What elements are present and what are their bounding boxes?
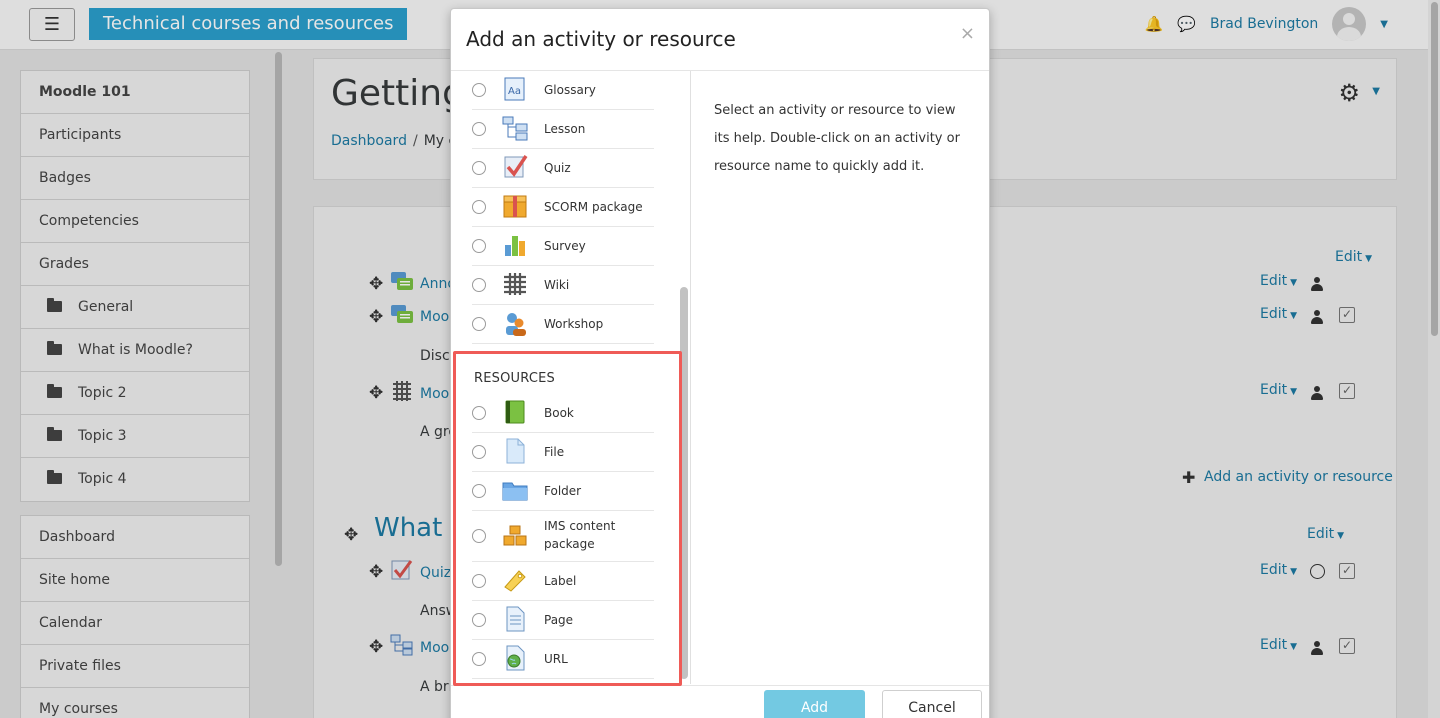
scorm-icon [503, 195, 527, 218]
option-label: Quiz [544, 161, 571, 175]
radio-button[interactable] [472, 83, 486, 97]
option-wiki[interactable]: Wiki [472, 266, 654, 305]
radio-button[interactable] [472, 161, 486, 175]
resources-highlight-box [453, 351, 682, 686]
option-survey[interactable]: Survey [472, 227, 654, 266]
option-label: Glossary [544, 83, 596, 97]
option-scorm-package[interactable]: SCORM package [472, 188, 654, 227]
option-label: SCORM package [544, 200, 643, 214]
help-text: Select an activity or resource to view i… [714, 103, 960, 174]
option-label: Lesson [544, 122, 586, 136]
radio-button[interactable] [472, 239, 486, 253]
workshop-icon [506, 313, 526, 336]
option-glossary[interactable]: Aa Glossary [472, 71, 654, 110]
radio-button[interactable] [472, 200, 486, 214]
cancel-button[interactable]: Cancel [882, 690, 982, 718]
add-button[interactable]: Add [764, 690, 865, 718]
option-quiz[interactable]: Quiz [472, 149, 654, 188]
option-label: Survey [544, 239, 586, 253]
svg-text:Aa: Aa [508, 86, 521, 97]
quiz-icon [504, 155, 528, 178]
radio-button[interactable] [472, 278, 486, 292]
lesson-icon [502, 116, 528, 141]
dialog-title: Add an activity or resource [466, 27, 736, 51]
option-label: Workshop [544, 317, 604, 331]
close-icon[interactable]: × [960, 23, 975, 44]
option-lesson[interactable]: Lesson [472, 110, 654, 149]
dialog-header: Add an activity or resource × [451, 9, 989, 71]
radio-button[interactable] [472, 122, 486, 136]
dialog-footer: Add Cancel [451, 685, 989, 718]
glossary-icon: Aa [504, 77, 525, 101]
wiki-icon [504, 273, 526, 295]
option-label: Wiki [544, 278, 570, 292]
option-workshop[interactable]: Workshop [472, 305, 654, 344]
radio-button[interactable] [472, 317, 486, 331]
survey-icon [505, 236, 525, 256]
